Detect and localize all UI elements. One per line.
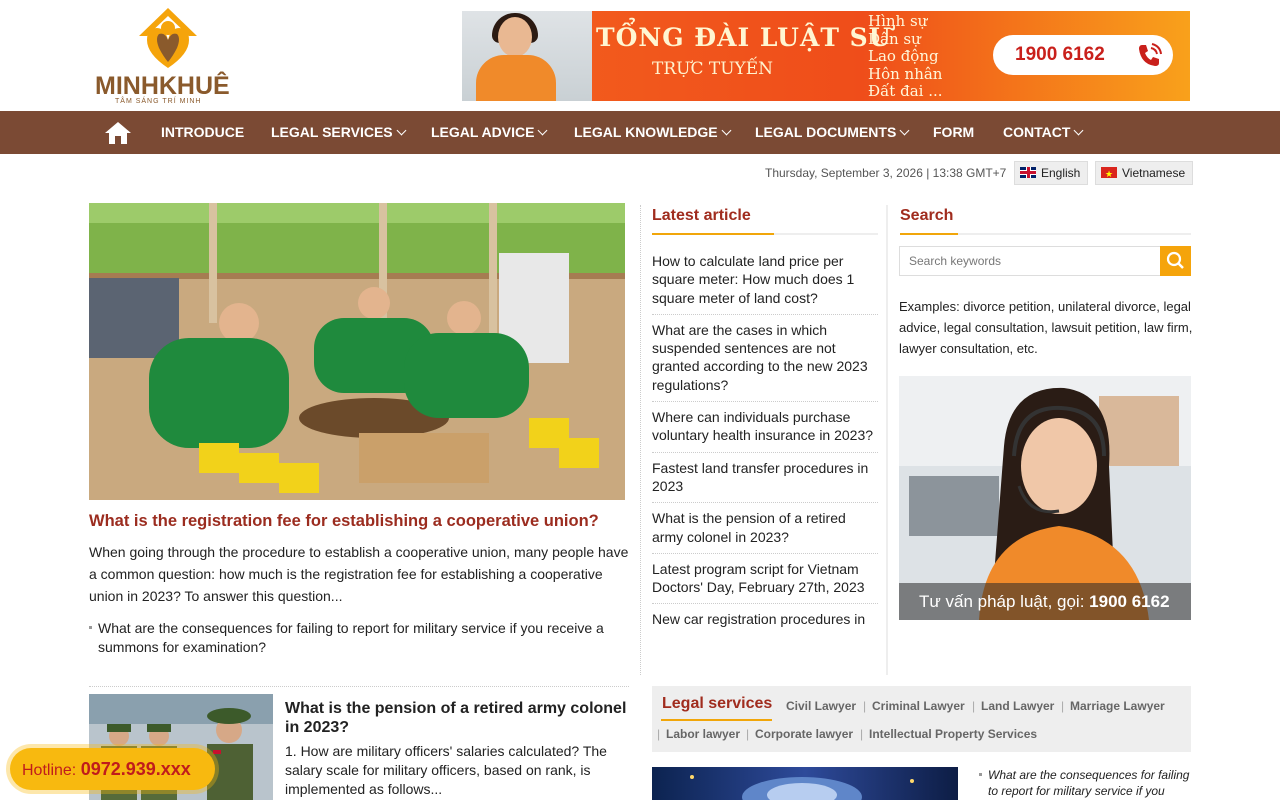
nav-legal-knowledge[interactable]: LEGAL KNOWLEDGE <box>574 111 732 154</box>
latest-heading-underline <box>652 233 878 235</box>
latest-article-list: How to calculate land price per square m… <box>652 246 878 636</box>
legal-services-image[interactable] <box>652 767 958 800</box>
language-vietnamese[interactable]: Vietnamese <box>1095 161 1194 185</box>
latest-article-item[interactable]: Where can individuals purchase voluntary… <box>652 402 878 453</box>
banner-area: Lao động <box>868 47 939 65</box>
search-button[interactable] <box>1160 246 1191 276</box>
column-divider <box>886 205 888 675</box>
legal-services-related-link[interactable]: What are the consequences for failing to… <box>979 767 1193 799</box>
hotline-button[interactable]: Hotline: 0972.939.xxx <box>10 748 215 790</box>
logo-slogan: TÂM SÁNG TRÍ MINH <box>115 98 202 105</box>
search-icon <box>1166 251 1184 269</box>
chevron-down-icon <box>899 125 910 136</box>
tab-intellectual-property[interactable]: Intellectual Property Services <box>869 727 1037 741</box>
latest-article-item[interactable]: What are the cases in which suspended se… <box>652 315 878 403</box>
featured-article-description: When going through the procedure to esta… <box>89 544 629 604</box>
legal-services-underline <box>661 719 772 721</box>
banner-areas: Hình sự Dân sự Lao động Hôn nhân Đất đai… <box>868 12 943 101</box>
nav-contact[interactable]: CONTACT <box>1003 111 1084 154</box>
banner-area: Hôn nhân <box>868 64 943 83</box>
tab-civil-lawyer[interactable]: Civil Lawyer <box>786 699 856 713</box>
latest-article-item[interactable]: New car registration procedures in <box>652 604 878 635</box>
current-date: Thursday, September 3, 2026 | 13:38 GMT+… <box>765 166 1007 180</box>
article-description: 1. How are military officers' salaries c… <box>285 743 607 797</box>
site-header: MINHKHUÊ TÂM SÁNG TRÍ MINH TỔNG ĐÀI LUẬT… <box>0 0 1280 111</box>
featured-article-image[interactable] <box>89 203 625 500</box>
latest-article-item[interactable]: How to calculate land price per square m… <box>652 246 878 315</box>
nav-legal-documents[interactable]: LEGAL DOCUMENTS <box>755 111 910 154</box>
search-heading: Search <box>900 207 954 224</box>
latest-article-item[interactable]: What is the pension of a retired army co… <box>652 503 878 554</box>
section-divider <box>89 686 629 687</box>
language-english[interactable]: English <box>1014 161 1089 185</box>
article-title[interactable]: What is the pension of a retired army co… <box>285 699 630 737</box>
banner-title: TỔNG ĐÀI LUẬT SƯ <box>596 23 892 52</box>
home-icon[interactable] <box>104 121 132 145</box>
tab-labor-lawyer[interactable]: Labor lawyer <box>666 727 740 741</box>
fish-illustration <box>690 775 914 800</box>
legal-services-tabs: Legal services Civil Lawyer | Criminal L… <box>652 686 1191 752</box>
search-heading-underline <box>900 233 1191 235</box>
ad-caption: Tư vấn pháp luật, gọi: 1900 6162 <box>899 583 1191 620</box>
chevron-down-icon <box>538 125 548 136</box>
banner-subtitle: TRỰC TUYẾN <box>652 59 774 79</box>
banner-phone-number: 1900 6162 <box>1015 44 1105 65</box>
chevron-down-icon <box>1073 125 1084 136</box>
latest-article-item[interactable]: Latest program script for Vietnam Doctor… <box>652 554 878 605</box>
banner-area: Dân sự <box>868 29 921 48</box>
banner-phone[interactable]: 1900 6162 <box>993 35 1173 75</box>
search-examples: Examples: divorce petition, unilateral d… <box>899 299 1193 356</box>
search-input[interactable] <box>899 246 1161 276</box>
main-nav: INTRODUCE LEGAL SERVICES LEGAL ADVICE LE… <box>0 111 1280 154</box>
banner-person-image <box>462 11 592 101</box>
hotline-banner[interactable]: TỔNG ĐÀI LUẬT SƯ TRỰC TUYẾN Hình sự Dân … <box>462 11 1190 101</box>
logo-mark-icon <box>139 8 197 68</box>
latest-article-item[interactable]: Fastest land transfer procedures in 2023 <box>652 453 878 504</box>
tab-land-lawyer[interactable]: Land Lawyer <box>981 699 1054 713</box>
chevron-down-icon <box>721 125 732 136</box>
uk-flag-icon <box>1020 167 1036 178</box>
logo-name: MINHKHUÊ <box>95 72 230 100</box>
site-logo[interactable]: MINHKHUÊ TÂM SÁNG TRÍ MINH <box>90 4 250 106</box>
vietnam-flag-icon <box>1101 163 1117 185</box>
chevron-down-icon <box>396 125 407 136</box>
banner-area: Hình sự <box>868 12 928 30</box>
tab-criminal-lawyer[interactable]: Criminal Lawyer <box>872 699 965 713</box>
tea-workers-illustration <box>89 203 625 500</box>
nav-introduce[interactable]: INTRODUCE <box>161 111 244 154</box>
legal-services-heading[interactable]: Legal services <box>662 695 772 713</box>
consultation-ad[interactable]: Tư vấn pháp luật, gọi: 1900 6162 <box>899 376 1191 620</box>
tab-corporate-lawyer[interactable]: Corporate lawyer <box>755 727 853 741</box>
nav-legal-advice[interactable]: LEGAL ADVICE <box>431 111 548 154</box>
nav-form[interactable]: FORM <box>933 111 974 154</box>
nav-legal-services[interactable]: LEGAL SERVICES <box>271 111 407 154</box>
featured-related-link[interactable]: What are the consequences for failing to… <box>89 619 629 657</box>
latest-article-heading: Latest article <box>652 207 751 224</box>
banner-area: Đất đai ... <box>868 82 943 100</box>
phone-icon <box>1139 43 1162 66</box>
featured-article-title[interactable]: What is the registration fee for establi… <box>89 512 629 531</box>
tab-marriage-lawyer[interactable]: Marriage Lawyer <box>1070 699 1165 713</box>
column-divider <box>640 205 641 675</box>
